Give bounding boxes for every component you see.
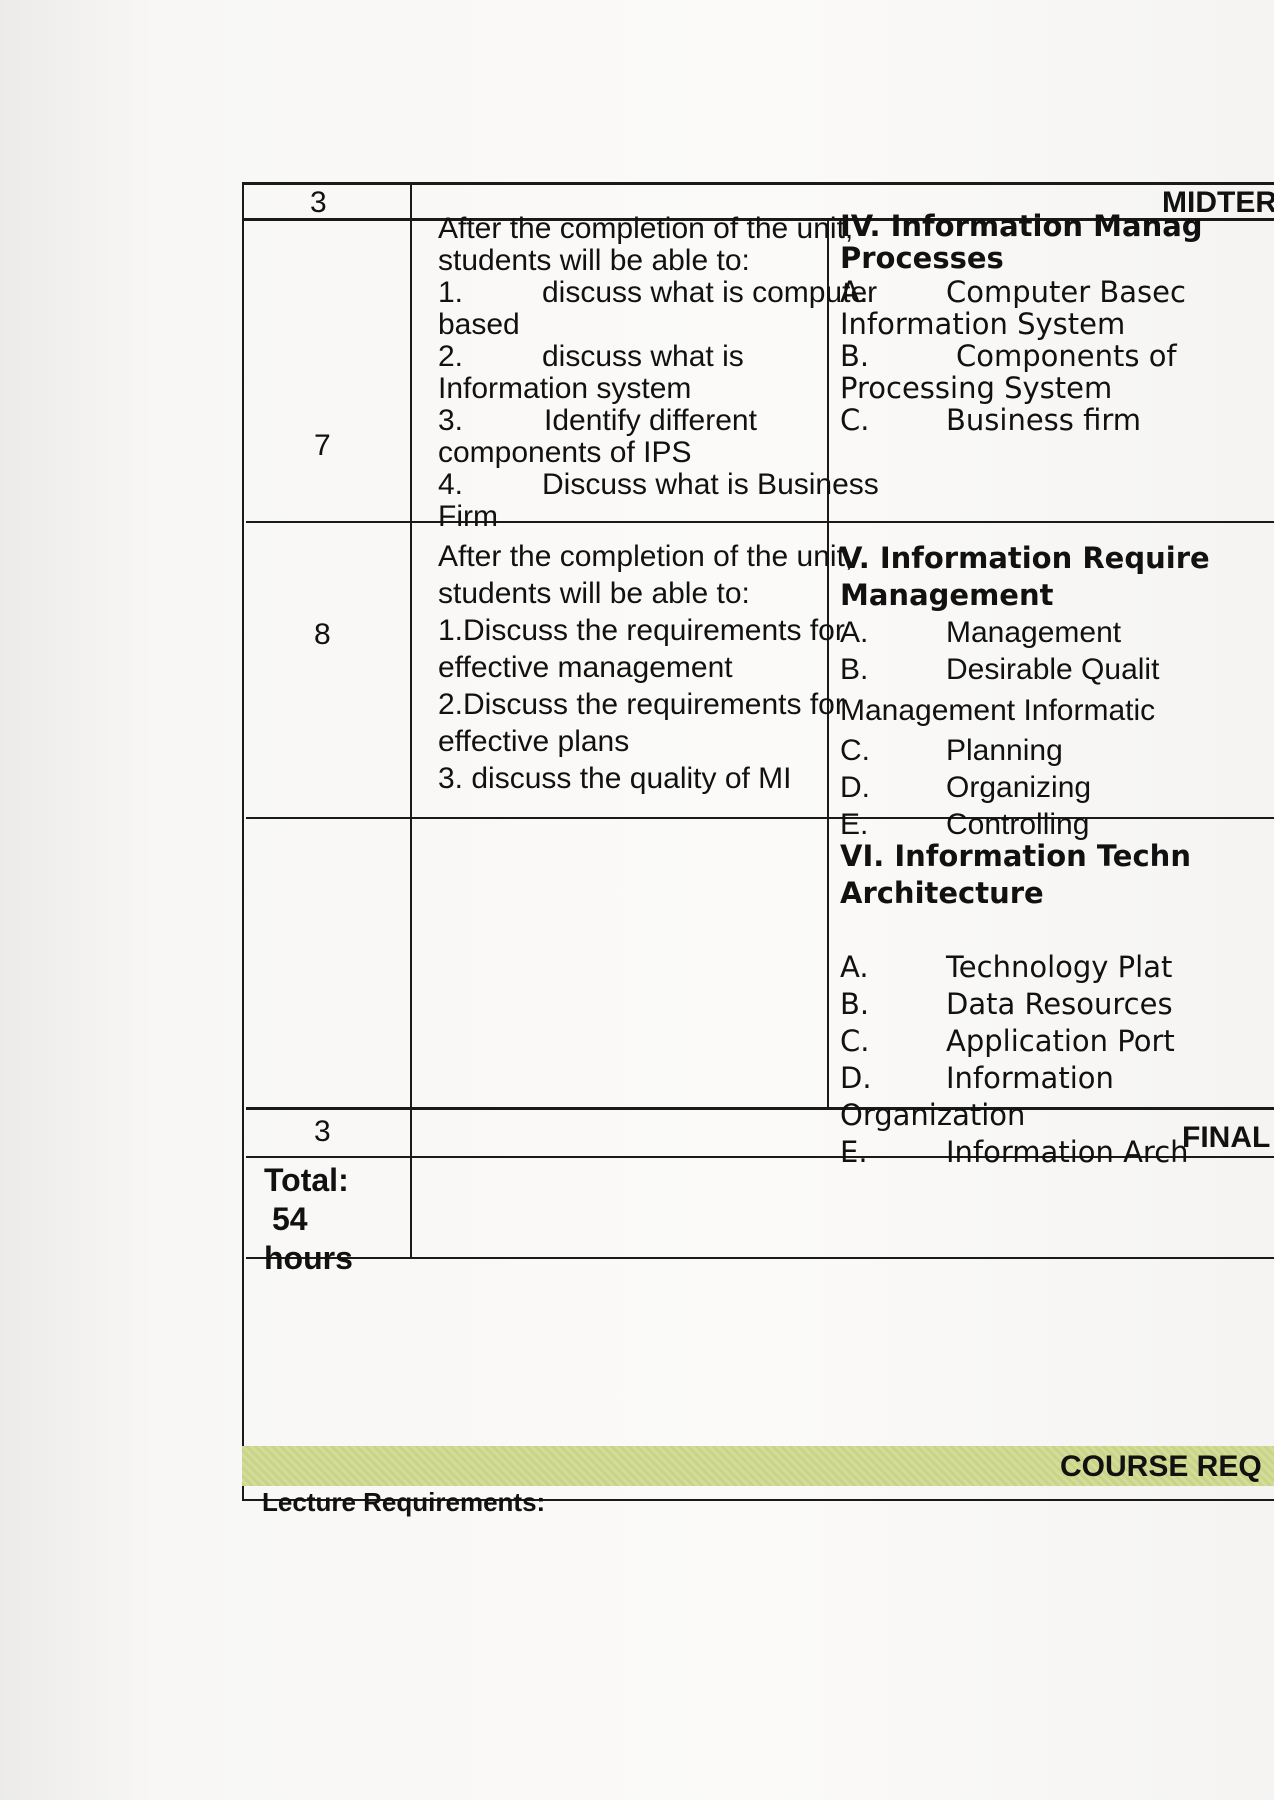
lecture-requirements-label: Lecture Requirements: xyxy=(262,1487,546,1517)
topic-letter: D. xyxy=(840,1061,872,1095)
topic-item: Organizing xyxy=(946,771,1092,804)
topic-letter: B. xyxy=(840,987,870,1021)
objective-line: 3. discuss the quality of MI xyxy=(438,762,792,795)
topic-item: Business firm xyxy=(946,403,1142,437)
total-unit: hours xyxy=(264,1240,353,1276)
unit-heading: VI. Information Techn xyxy=(840,839,1191,873)
syllabus-table: 3 MIDTER 7 After the completion of the u… xyxy=(242,182,1274,1518)
objective-line: effective plans xyxy=(438,725,630,758)
topic-item: Technology Plat xyxy=(946,950,1173,984)
topic-letter: D. xyxy=(840,771,870,804)
objective-line: students will be able to: xyxy=(438,577,750,610)
topic-item: Application Port xyxy=(946,1024,1175,1058)
total-value: 54 xyxy=(272,1201,308,1237)
objective-line: Discuss what is Business xyxy=(542,468,879,501)
week-number: 7 xyxy=(314,429,331,462)
objective-line: After the completion of the unit, xyxy=(438,540,854,573)
topic-item: Desirable Qualit xyxy=(946,653,1160,686)
topic-letter: A. xyxy=(840,616,869,649)
week-number: 8 xyxy=(314,618,331,651)
topic-item: Management Informatic xyxy=(840,694,1156,727)
objective-line: Firm xyxy=(438,500,498,533)
unit-heading: Architecture xyxy=(840,876,1044,910)
objective-line: discuss what is computer xyxy=(542,276,878,309)
objective-line: 1.Discuss the requirements for xyxy=(438,614,845,647)
course-requirements-title: COURSE REQ xyxy=(1060,1450,1262,1483)
topic-letter: B. xyxy=(840,653,869,686)
topic-letter: A. xyxy=(840,950,869,984)
objective-line: 2.Discuss the requirements for xyxy=(438,688,845,721)
total-label: Total: xyxy=(264,1162,349,1198)
topic-item: Planning xyxy=(946,734,1063,767)
unit-heading: Processes xyxy=(840,241,1004,275)
final-row: 3 FINAL xyxy=(242,1109,1274,1157)
final-label: FINAL xyxy=(1182,1121,1271,1154)
topic-item: Management xyxy=(946,616,1122,649)
topic-item: Information xyxy=(946,1061,1114,1095)
midterm-hours: 3 xyxy=(310,186,327,219)
unit-heading: V. Information Require xyxy=(840,541,1210,575)
topic-letter: C. xyxy=(840,734,870,767)
topic-letter: C. xyxy=(840,1024,870,1058)
unit-heading: Management xyxy=(840,578,1054,612)
topic-item: Data Resources xyxy=(946,987,1173,1021)
final-hours: 3 xyxy=(314,1115,331,1148)
total-row: Total: 54 hours xyxy=(242,1158,412,1276)
objective-line: effective management xyxy=(438,651,733,684)
topic-letter: C. xyxy=(840,403,870,437)
